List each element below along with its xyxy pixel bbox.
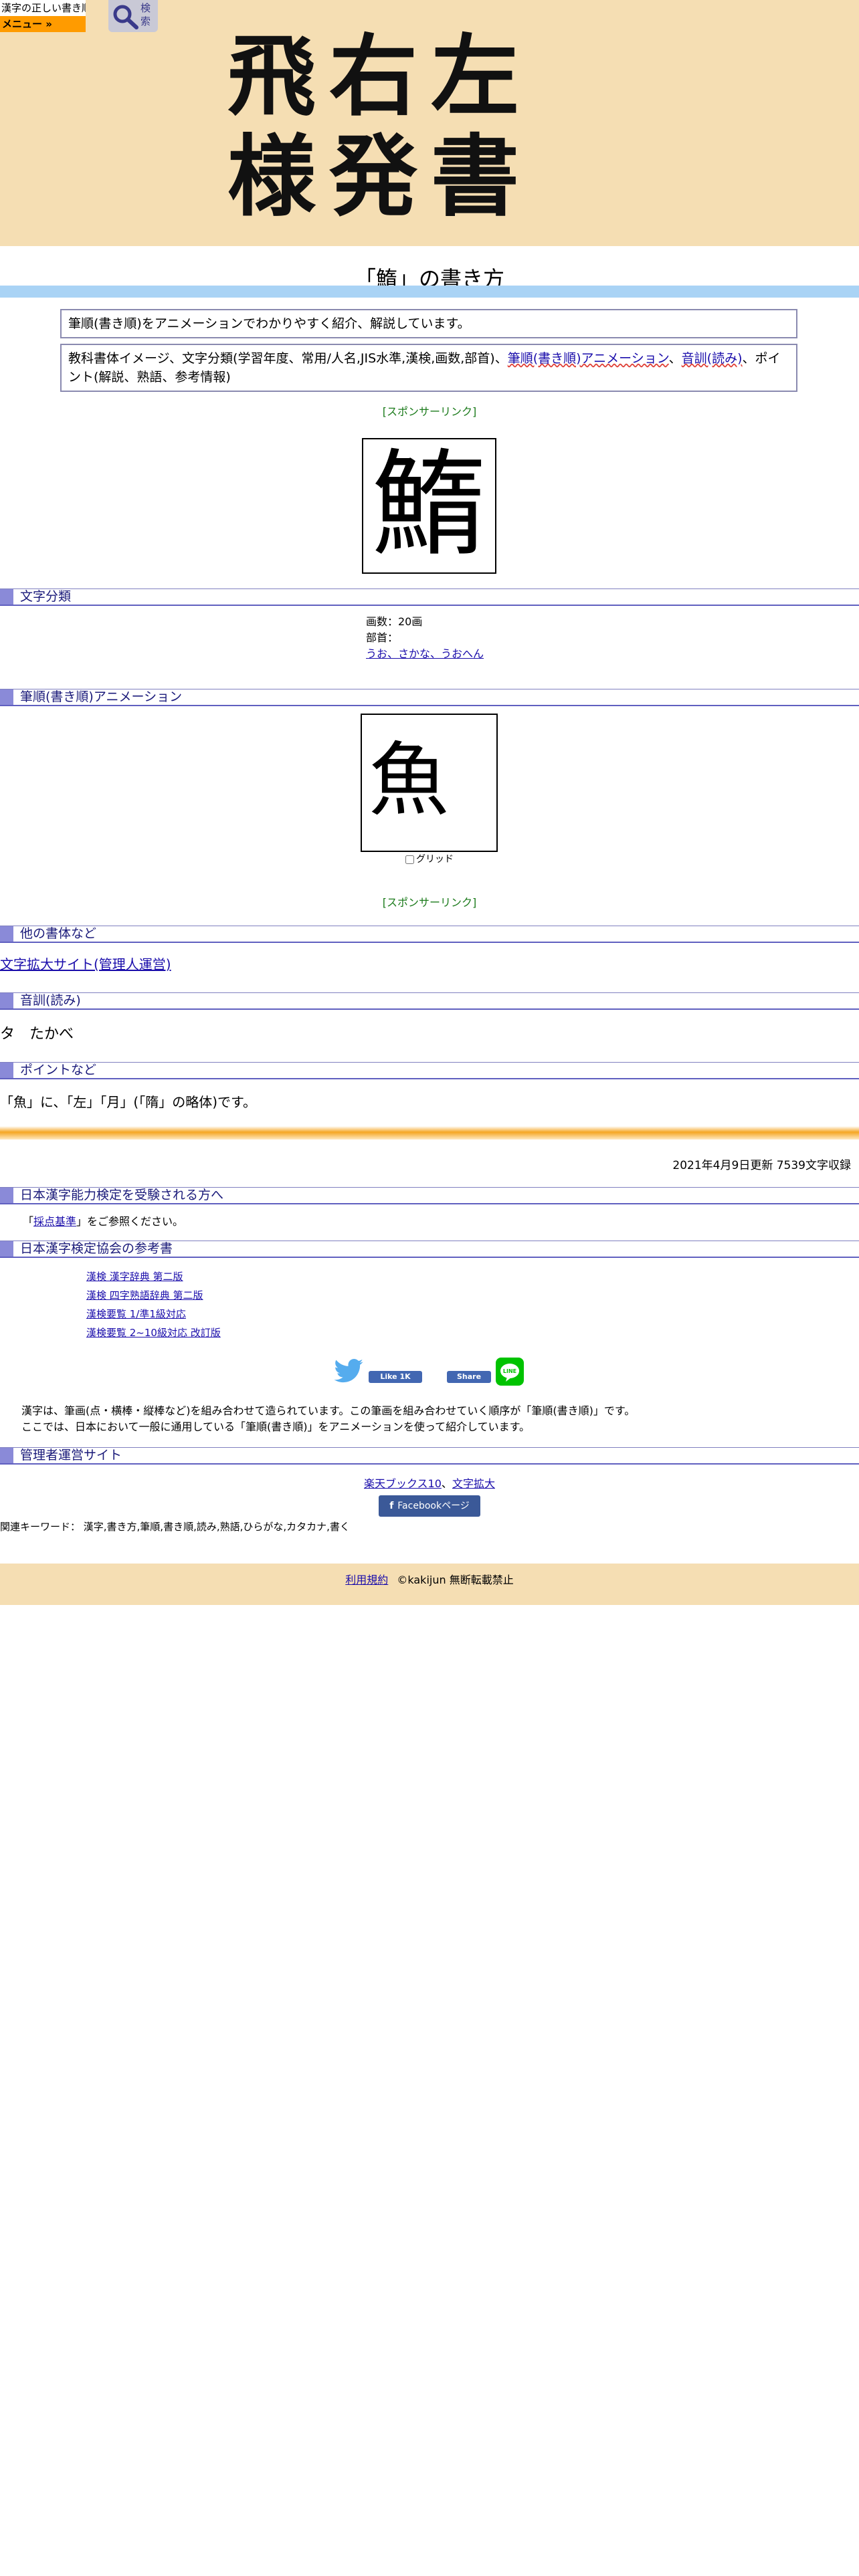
section-title: 文字分類 xyxy=(20,589,72,604)
section-marker xyxy=(0,689,13,705)
update-info: 2021年4月9日更新 7539文字収録 xyxy=(672,1159,851,1172)
facebook-icon: f xyxy=(389,1501,394,1511)
terms-link[interactable]: 利用規約 xyxy=(345,1574,388,1586)
line-icon-label: LINE xyxy=(503,1368,516,1374)
section-kentei-books: 日本漢字検定協会の参考書 xyxy=(0,1241,859,1258)
header-banner: 飛右左 様発書 xyxy=(227,27,642,234)
kentei-note: 「採点基準」をご参照ください。 xyxy=(23,1212,183,1228)
facebook-page-label: Facebookページ xyxy=(397,1501,470,1511)
section-title: 日本漢字検定協会の参考書 xyxy=(20,1241,173,1256)
banner-line-1: 飛右左 xyxy=(227,25,533,128)
point-text: 「魚」に、「左」「月」(「隋」の略体)です。 xyxy=(0,1094,257,1110)
site-header: 漢字の正しい書き順(筆順) メニュー » 検索 飛右左 様発書 xyxy=(0,0,859,246)
animation-frame: 魚 xyxy=(369,734,449,827)
description-line: 漢字は、筆画(点・横棒・縦棒など)を組み合わせて造られています。この筆画を組み合… xyxy=(21,1404,636,1417)
facebook-page-button[interactable]: f Facebookページ xyxy=(379,1495,480,1517)
banner-line-2: 様発書 xyxy=(227,125,533,229)
enlarge-site-link[interactable]: 文字拡大サイト(管理人運営) xyxy=(0,954,171,973)
section-readings: 音訓(読み) xyxy=(0,992,859,1010)
stroke-animation[interactable]: 魚 xyxy=(361,714,498,852)
section-marker xyxy=(0,589,13,605)
sponsor-label: [スポンサーリンク] xyxy=(382,405,477,418)
facebook-share-button[interactable]: Share xyxy=(447,1371,491,1383)
radical-label: 部首： xyxy=(366,631,399,644)
scoring-criteria-link[interactable]: 採点基準 xyxy=(33,1215,76,1228)
kentei-note-close: 」をご参照ください。 xyxy=(76,1215,184,1228)
related-keywords: 関連キーワード： 漢字,書き方,筆順,書き順,読み,熟語,ひらがな,カタカナ,書… xyxy=(0,1521,350,1533)
section-title: 筆順(書き順)アニメーション xyxy=(20,689,183,704)
contents-sep: 、 xyxy=(668,351,682,366)
grid-checkbox[interactable] xyxy=(405,855,414,864)
section-title: 音訓(読み) xyxy=(20,993,81,1008)
grid-label: グリッド xyxy=(416,854,454,865)
rakuten-books-link[interactable]: 楽天ブックス10 xyxy=(364,1477,442,1490)
classification-info: 画数：20画 部首： うお、さかな、うおへん xyxy=(366,614,484,662)
site-description: 漢字は、筆画(点・横棒・縦棒など)を組み合わせて造られています。この筆画を組み合… xyxy=(21,1403,635,1435)
admin-links: 楽天ブックス10、文字拡大 xyxy=(0,1475,859,1491)
menu-button[interactable]: メニュー » xyxy=(0,16,86,32)
book-link[interactable]: 漢検要覧 2~10級対応 改訂版 xyxy=(86,1327,221,1339)
section-marker xyxy=(0,993,13,1008)
contents-prefix: 教科書体イメージ、文字分類(学習年度、常用/人名,JIS水準,漢検,画数,部首)… xyxy=(68,351,508,366)
section-marker xyxy=(0,1241,13,1257)
site-logo[interactable]: 漢字の正しい書き順(筆順) メニュー » xyxy=(0,0,86,32)
animation-anchor-link[interactable]: 筆順(書き順)アニメーション xyxy=(508,351,669,366)
search-button[interactable]: 検索 xyxy=(108,0,158,32)
section-marker xyxy=(0,1188,13,1203)
section-marker xyxy=(0,1063,13,1078)
section-admin-sites: 管理者運営サイト xyxy=(0,1447,859,1465)
section-title: 日本漢字能力検定を受験される方へ xyxy=(20,1188,224,1202)
book-list: 漢検 漢字辞典 第二版 漢検 四字熟語辞典 第二版 漢検要覧 1/準1級対応 漢… xyxy=(86,1267,221,1342)
line-icon[interactable]: LINE xyxy=(496,1358,524,1386)
admin-links-sep: 、 xyxy=(441,1477,452,1490)
book-link[interactable]: 漢検 漢字辞典 第二版 xyxy=(86,1271,183,1283)
contents-box: 教科書体イメージ、文字分類(学習年度、常用/人名,JIS水準,漢検,画数,部首)… xyxy=(60,344,797,392)
section-title: 他の書体など xyxy=(20,926,97,941)
section-other-fonts: 他の書体など xyxy=(0,926,859,943)
facebook-like-button[interactable]: Like 1K xyxy=(369,1371,422,1383)
content-divider xyxy=(0,1126,859,1140)
radical-link[interactable]: うお、さかな、うおへん xyxy=(366,647,484,660)
enlarge-link[interactable]: 文字拡大 xyxy=(452,1477,495,1490)
book-link[interactable]: 漢検要覧 1/準1級対応 xyxy=(86,1308,186,1320)
twitter-icon[interactable] xyxy=(334,1359,363,1383)
search-icon xyxy=(113,5,138,29)
section-marker xyxy=(0,1448,13,1463)
kanji-image: 鰖 xyxy=(362,438,496,574)
search-label: 検索 xyxy=(140,2,151,27)
readings-anchor-link[interactable]: 音訓(読み) xyxy=(682,351,743,366)
section-points: ポイントなど xyxy=(0,1062,859,1079)
section-marker xyxy=(0,926,13,942)
grid-toggle[interactable]: グリッド xyxy=(0,852,859,865)
readings-text: タ たかべ xyxy=(0,1026,74,1043)
section-title: ポイントなど xyxy=(20,1063,97,1077)
kentei-note-open: 「 xyxy=(23,1215,34,1228)
site-footer: 利用規約 ©kakijun 無断転載禁止 xyxy=(0,1564,859,1605)
title-divider xyxy=(0,286,859,298)
logo-text[interactable]: 漢字の正しい書き順(筆順) xyxy=(0,0,86,16)
copyright: ©kakijun 無断転載禁止 xyxy=(397,1574,514,1586)
description-line: ここでは、日本において一般に通用している「筆順(書き順)」をアニメーションを使っ… xyxy=(21,1420,531,1433)
intro-box: 筆順(書き順)をアニメーションでわかりやすく紹介、解説しています。 xyxy=(60,309,797,338)
section-animation: 筆順(書き順)アニメーション xyxy=(0,689,859,706)
section-classification: 文字分類 xyxy=(0,588,859,606)
section-title: 管理者運営サイト xyxy=(20,1448,122,1463)
stroke-count: 画数：20画 xyxy=(366,615,423,628)
section-kentei-takers: 日本漢字能力検定を受験される方へ xyxy=(0,1187,859,1204)
sponsor-label: [スポンサーリンク] xyxy=(382,896,477,909)
book-link[interactable]: 漢検 四字熟語辞典 第二版 xyxy=(86,1289,203,1301)
